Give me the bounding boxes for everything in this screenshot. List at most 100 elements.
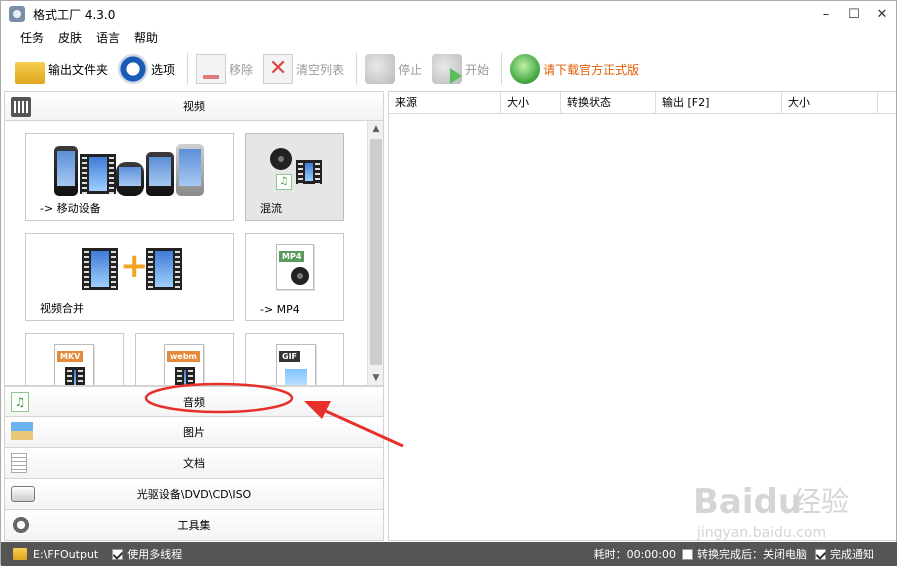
- tiles-scrollbar[interactable]: ▲ ▼: [367, 121, 383, 385]
- filmstrip-icon: [146, 248, 182, 290]
- minimize-icon[interactable]: –: [812, 1, 840, 27]
- mkv-file-icon: MKV: [54, 344, 94, 385]
- notify-checkbox[interactable]: [815, 548, 826, 560]
- clear-list-button[interactable]: ✕ 清空列表: [263, 51, 344, 87]
- download-official-button[interactable]: 请下载官方正式版: [510, 51, 639, 87]
- close-icon[interactable]: ✕: [868, 1, 896, 27]
- output-folder-label: 输出文件夹: [48, 62, 109, 77]
- notify-label: 完成通知: [830, 548, 874, 561]
- remove-icon: [196, 54, 227, 84]
- tile-merge-label: 视频合并: [40, 302, 84, 315]
- elapsed-time: 耗时：00:00:00: [593, 548, 676, 561]
- tile-mp4[interactable]: MP4 -> MP4: [245, 233, 344, 321]
- tile-gif[interactable]: GIF: [245, 333, 344, 385]
- column-size[interactable]: 大小: [501, 92, 561, 113]
- maximize-icon[interactable]: ☐: [840, 1, 868, 27]
- menu-help[interactable]: 帮助: [134, 29, 158, 46]
- mp4-badge: MP4: [279, 251, 305, 262]
- multithread-label: 使用多线程: [127, 548, 183, 561]
- remove-label: 移除: [229, 62, 254, 77]
- options-icon: [118, 54, 149, 84]
- tile-mkv[interactable]: MKV: [25, 333, 124, 385]
- window-title: 格式工厂 4.3.0: [33, 7, 116, 22]
- category-video[interactable]: 视频: [4, 91, 384, 121]
- category-panel: 视频 -> 移动设备 ♫ 混流 + 视频合并 MP4 -> MP4 MKV we…: [4, 91, 384, 541]
- column-status[interactable]: 转换状态: [561, 92, 656, 113]
- output-path[interactable]: E:\FFOutput: [33, 548, 98, 561]
- category-audio-label: 音频: [183, 395, 205, 409]
- category-document-label: 文档: [183, 457, 205, 470]
- shutdown-checkbox[interactable]: [682, 548, 693, 560]
- category-audio[interactable]: ♫ 音频: [4, 386, 384, 417]
- music-note-icon: ♫: [11, 392, 29, 412]
- filmstrip-icon: [82, 248, 118, 290]
- music-note-icon: ♫: [276, 174, 292, 190]
- mkv-badge: MKV: [57, 351, 84, 362]
- scroll-thumb[interactable]: [370, 139, 382, 365]
- tile-mp4-label: -> MP4: [260, 303, 300, 316]
- stop-button[interactable]: 停止: [365, 51, 422, 87]
- menu-language[interactable]: 语言: [96, 29, 120, 46]
- category-video-label: 视频: [183, 100, 205, 113]
- start-icon: [432, 54, 463, 84]
- filmstrip-icon: [296, 160, 322, 184]
- tile-mux[interactable]: ♫ 混流: [245, 133, 344, 221]
- task-list-header: 来源 大小 转换状态 输出 [F2] 大小: [389, 92, 896, 114]
- start-label: 开始: [465, 62, 490, 77]
- column-output-size[interactable]: 大小: [782, 92, 878, 113]
- svg-text:经验: 经验: [793, 485, 849, 518]
- category-tools[interactable]: 工具集: [4, 510, 384, 541]
- gif-badge: GIF: [279, 351, 301, 362]
- tile-video-merge[interactable]: + 视频合并: [25, 233, 234, 321]
- webm-badge: webm: [167, 351, 200, 362]
- svg-text:Baidu: Baidu: [693, 482, 802, 522]
- tile-mobile-label: -> 移动设备: [40, 202, 101, 215]
- output-folder-button[interactable]: 输出文件夹: [15, 51, 108, 87]
- gears-icon: [11, 515, 31, 535]
- category-picture-label: 图片: [183, 426, 205, 439]
- plus-icon: +: [120, 246, 149, 286]
- folder-icon: [13, 548, 27, 560]
- category-document[interactable]: 文档: [4, 448, 384, 479]
- webm-file-icon: webm: [164, 344, 204, 385]
- film-clapper-icon: [11, 97, 31, 117]
- scroll-down-arrow-icon[interactable]: ▼: [368, 370, 383, 385]
- clear-list-icon: ✕: [263, 54, 294, 84]
- download-official-label: 请下载官方正式版: [543, 62, 640, 77]
- clear-list-label: 清空列表: [296, 62, 345, 77]
- column-output[interactable]: 输出 [F2]: [656, 92, 782, 113]
- toolbar-separator: [187, 53, 189, 85]
- remove-button[interactable]: 移除: [196, 51, 253, 87]
- tile-webm[interactable]: webm: [135, 333, 234, 385]
- tile-mux-label: 混流: [260, 202, 282, 215]
- menu-skin[interactable]: 皮肤: [58, 29, 82, 46]
- title-bar: 格式工厂 4.3.0 – ☐ ✕: [1, 1, 896, 27]
- svg-text:jingyan.baidu.com: jingyan.baidu.com: [696, 525, 826, 541]
- multithread-checkbox[interactable]: [112, 548, 124, 560]
- category-disc-label: 光驱设备\DVD\CD\ISO: [136, 488, 252, 501]
- app-logo-icon: [9, 6, 25, 22]
- window-controls: – ☐ ✕: [812, 1, 896, 27]
- options-label: 选项: [151, 62, 176, 77]
- toolbar-separator: [501, 53, 503, 85]
- baidu-jingyan-watermark: Baidu 经验 jingyan.baidu.com: [693, 482, 849, 541]
- video-tiles: -> 移动设备 ♫ 混流 + 视频合并 MP4 -> MP4 MKV webm …: [4, 121, 384, 386]
- main-window: 格式工厂 4.3.0 – ☐ ✕ 任务 皮肤 语言 帮助 输出文件夹 选项 移除…: [0, 0, 897, 566]
- after-done-label: 转换完成后：关闭电脑: [697, 548, 807, 561]
- folder-icon: [15, 62, 45, 84]
- category-picture[interactable]: 图片: [4, 417, 384, 448]
- category-disc[interactable]: 光驱设备\DVD\CD\ISO: [4, 479, 384, 510]
- menu-bar: 任务 皮肤 语言 帮助: [1, 27, 165, 47]
- toolbar: 输出文件夹 选项 移除 ✕ 清空列表 停止 开始 请下载官方正式版: [1, 49, 896, 89]
- menu-task[interactable]: 任务: [20, 29, 44, 46]
- film-reel-icon: [270, 148, 292, 170]
- column-source[interactable]: 来源: [389, 92, 501, 113]
- gif-file-icon: GIF: [276, 344, 316, 385]
- options-button[interactable]: 选项: [118, 51, 175, 87]
- category-tools-label: 工具集: [177, 519, 211, 532]
- tile-mobile-device[interactable]: -> 移动设备: [25, 133, 234, 221]
- toolbar-separator: [356, 53, 358, 85]
- document-icon: [11, 453, 27, 473]
- scroll-up-arrow-icon[interactable]: ▲: [368, 121, 383, 137]
- start-button[interactable]: 开始: [432, 51, 489, 87]
